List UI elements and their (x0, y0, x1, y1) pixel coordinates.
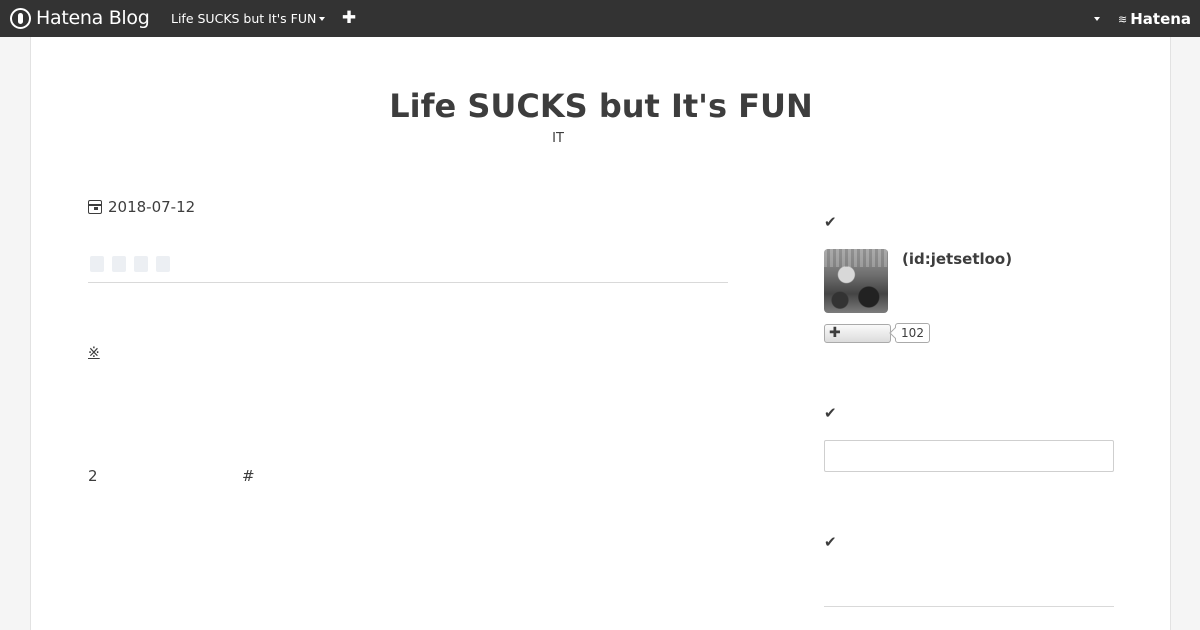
article-title-divider (88, 282, 728, 283)
chevron-down-icon (319, 17, 326, 21)
check-icon: ✔ (824, 533, 837, 551)
global-header: Hatena Blog Life SUCKS but It's FUN ✚ ≋ … (0, 0, 1200, 37)
blog-switcher-dropdown[interactable]: Life SUCKS but It's FUN (171, 11, 326, 26)
missing-glyph (156, 256, 170, 272)
search-input[interactable] (824, 440, 1114, 472)
hatena-brand-link[interactable]: ≋ Hatena (1118, 9, 1191, 29)
check-icon: ✔ (824, 404, 837, 422)
avatar[interactable] (824, 249, 888, 313)
hatena-brand-text: Hatena (1130, 10, 1192, 28)
reference-mark-link[interactable]: ※ (88, 345, 100, 361)
hatena-blog-logo-text: Hatena Blog (36, 7, 150, 29)
new-post-button[interactable]: ✚ (340, 8, 358, 28)
calendar-icon (88, 200, 102, 214)
missing-glyph (112, 256, 126, 272)
follow-button[interactable]: ✚ (824, 324, 891, 343)
follower-count[interactable]: 102 (895, 323, 930, 343)
article-date[interactable]: 2018-07-12 (88, 198, 195, 216)
user-menu-chevron-down-icon[interactable] (1094, 17, 1100, 21)
profile-id[interactable]: (id:jetsetloo) (902, 250, 1012, 268)
hatena-wifi-icon: ≋ (1118, 12, 1128, 26)
article-body-number: 2 (88, 467, 98, 485)
blog-page-container: Life SUCKS but It's FUN IT 2018-07-12 ※ … (30, 37, 1171, 630)
blog-switcher-label: Life SUCKS but It's FUN (171, 11, 317, 26)
missing-glyph (90, 256, 104, 272)
blog-description: IT (552, 131, 564, 146)
hatena-blog-logo-icon (10, 7, 31, 29)
article-date-text: 2018-07-12 (108, 198, 196, 216)
check-icon: ✔ (824, 213, 837, 231)
sidebar-divider (824, 606, 1114, 607)
article-body-hash: # (242, 467, 255, 485)
missing-glyph (134, 256, 148, 272)
blog-title[interactable]: Life SUCKS but It's FUN (31, 87, 1171, 125)
hatena-blog-logo[interactable]: Hatena Blog (10, 7, 150, 29)
article-title-glyphs[interactable] (90, 256, 170, 272)
